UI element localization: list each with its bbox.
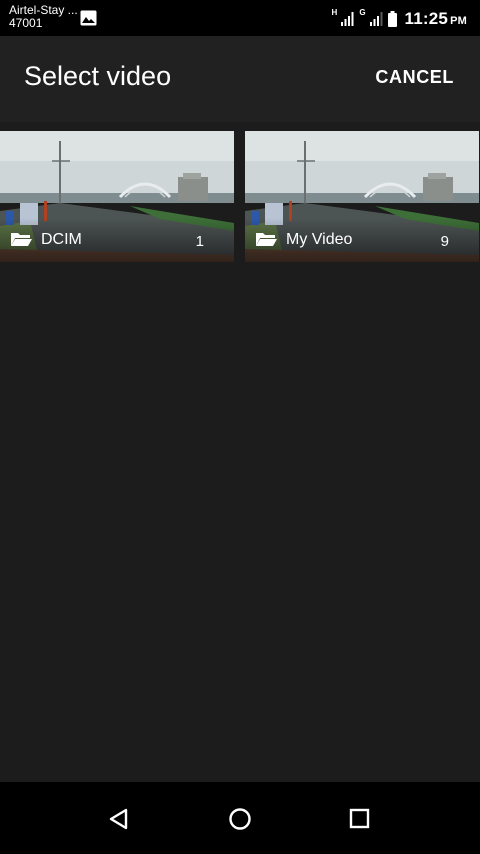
carrier-info: Airtel-Stay ... 47001 [9, 4, 78, 30]
recents-icon[interactable] [345, 804, 375, 834]
clock: 11:25 PM [405, 9, 467, 29]
home-icon[interactable] [225, 804, 255, 834]
album-tile-my-video[interactable]: My Video 9 [245, 131, 479, 262]
clock-time: 11:25 [404, 9, 449, 28]
status-icons: H G 11:25 PM [332, 6, 467, 32]
battery-icon [387, 11, 397, 27]
folder-icon [11, 233, 32, 246]
album-tile-dcim[interactable]: DCIM 1 [0, 131, 234, 262]
album-count: 1 [195, 233, 204, 250]
album-name: My Video [286, 231, 353, 248]
back-icon[interactable] [104, 804, 134, 834]
cancel-button[interactable]: CANCEL [375, 67, 454, 88]
navigation-bar [0, 782, 480, 854]
folder-icon [256, 233, 277, 246]
carrier-code: 47001 [9, 16, 43, 30]
page-title: Select video [24, 61, 172, 91]
clock-ampm: PM [450, 15, 467, 27]
album-count: 9 [440, 233, 449, 250]
network-type-label: G [359, 7, 366, 17]
status-bar: Airtel-Stay ... 47001 H G 11:25 PM [0, 0, 480, 36]
album-grid: DCIM 1 My Video 9 [0, 122, 480, 782]
signal-icon [369, 12, 383, 26]
toolbar: Select video CANCEL [0, 36, 480, 122]
image-notification-icon [80, 10, 97, 26]
network-type-label: H [331, 7, 338, 17]
album-name: DCIM [41, 231, 82, 248]
signal-icon [341, 12, 354, 26]
